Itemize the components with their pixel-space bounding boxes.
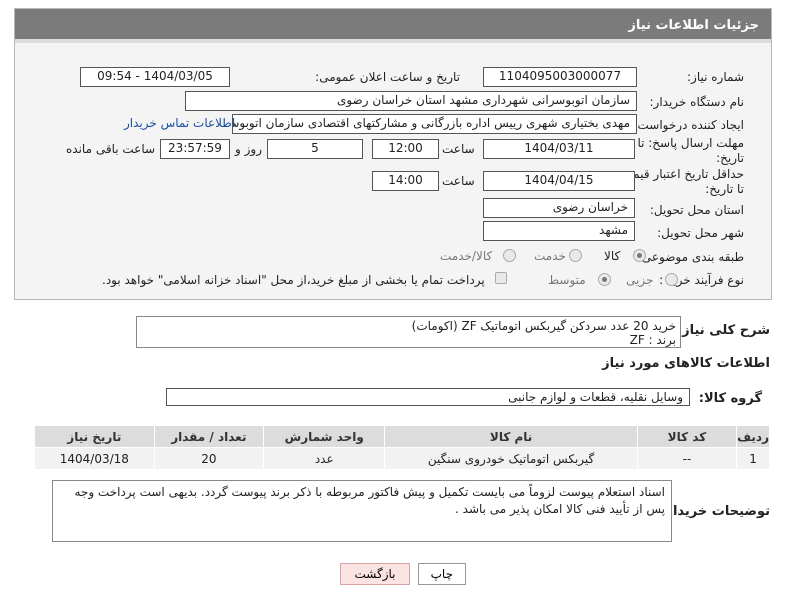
reply-deadline-label-2: تاریخ: xyxy=(716,151,744,165)
category-radio-service[interactable] xyxy=(569,249,582,262)
price-date-field[interactable]: 1404/04/15 xyxy=(483,171,635,191)
panel-header: جزئیات اطلاعات نیاز xyxy=(15,9,771,43)
creator-field[interactable]: مهدی بختیاری شهری رییس اداره بازرگانی و … xyxy=(232,114,637,134)
province-field[interactable]: خراسان رضوی xyxy=(483,198,635,218)
buyer-org-label: نام دستگاه خریدار: xyxy=(649,95,745,109)
description-textarea[interactable]: خرید 20 عدد سردکن گیربکس اتوماتیک ZF (اک… xyxy=(136,316,681,348)
cell-qty: 20 xyxy=(153,447,265,470)
cell-row: 1 xyxy=(736,447,770,470)
goods-table: ردیف کد کالا نام کالا واحد شمارش تعداد /… xyxy=(34,425,770,470)
remaining-label: ساعت باقی مانده xyxy=(66,142,156,156)
reply-date-field[interactable]: 1404/03/11 xyxy=(483,139,635,159)
col-unit: واحد شمارش xyxy=(263,425,386,448)
panel-title: جزئیات اطلاعات نیاز xyxy=(628,18,759,33)
price-validity-label-2: تا تاریخ: xyxy=(705,182,744,196)
col-qty: تعداد / مقدار xyxy=(153,425,265,448)
buyer-notes-label: توضیحات خریدار: xyxy=(660,504,770,519)
category-radio-goods[interactable] xyxy=(633,249,646,262)
days-field[interactable]: 5 xyxy=(267,139,363,159)
announce-datetime-field[interactable]: 1404/03/05 - 09:54 xyxy=(80,67,230,87)
announce-label: تاریخ و ساعت اعلان عمومی: xyxy=(315,70,460,84)
payment-checkbox[interactable] xyxy=(495,272,507,284)
reply-deadline-label-1: مهلت ارسال پاسخ: تا xyxy=(637,136,744,150)
back-button[interactable]: بازگشت xyxy=(340,563,410,585)
days-label: روز و xyxy=(235,142,262,156)
print-button[interactable]: چاپ xyxy=(418,563,466,585)
table-row[interactable]: 1 -- گیربکس اتوماتیک خودروی سنگین عدد 20… xyxy=(34,447,770,470)
col-date: تاریخ نیاز xyxy=(34,425,155,448)
buyer-contact-link[interactable]: اطلاعات تماس خریدار xyxy=(124,116,235,130)
category-option-service: خدمت xyxy=(534,249,566,263)
goods-group-field[interactable]: وسایل نقلیه، قطعات و لوازم جانبی xyxy=(166,388,690,406)
buyer-notes-textarea[interactable]: اسناد استعلام پیوست لزوماً می بایست تکمی… xyxy=(52,480,672,542)
province-label: استان محل تحویل: xyxy=(649,203,744,217)
category-label: طبقه بندی موضوعی: xyxy=(637,250,744,264)
description-label: شرح کلی نیاز: xyxy=(676,323,770,338)
payment-note: پرداخت تمام یا بخشی از مبلغ خرید،از محل … xyxy=(102,273,485,287)
price-time-label: ساعت xyxy=(442,174,475,188)
cell-unit: عدد xyxy=(263,447,386,470)
col-row: ردیف xyxy=(736,425,770,448)
process-option-minor: جزیی xyxy=(626,273,654,287)
col-name: نام کالا xyxy=(384,425,638,448)
reply-time-field[interactable]: 12:00 xyxy=(372,139,439,159)
goods-group-label: گروه کالا: xyxy=(698,391,762,406)
need-number-label: شماره نیاز: xyxy=(687,70,744,84)
price-time-field[interactable]: 14:00 xyxy=(372,171,439,191)
need-number-field[interactable]: 1104095003000077 xyxy=(483,67,637,87)
process-radio-minor[interactable] xyxy=(665,273,678,286)
cell-name: گیربکس اتوماتیک خودروی سنگین xyxy=(384,447,638,470)
process-radio-medium[interactable] xyxy=(598,273,611,286)
cell-date: 1404/03/18 xyxy=(34,447,155,470)
category-option-goods: کالا xyxy=(604,249,621,263)
reply-time-label: ساعت xyxy=(442,142,475,156)
cell-code: -- xyxy=(636,447,738,470)
category-radio-goods-service[interactable] xyxy=(503,249,516,262)
description-line-2: برند : ZF xyxy=(629,333,676,347)
process-option-medium: متوسط xyxy=(548,273,586,287)
buyer-org-field[interactable]: سازمان اتوبوسرانی شهرداری مشهد استان خرا… xyxy=(185,91,637,111)
city-label: شهر محل تحویل: xyxy=(657,226,744,240)
price-validity-label-1: حداقل تاریخ اعتبار قیمت: xyxy=(617,167,744,181)
category-option-goods-service: کالا/خدمت xyxy=(440,249,493,263)
description-line-1: خرید 20 عدد سردکن گیربکس اتوماتیک ZF (اک… xyxy=(411,319,676,333)
goods-section-title: اطلاعات کالاهای مورد نیاز xyxy=(602,356,770,371)
goods-table-header: ردیف کد کالا نام کالا واحد شمارش تعداد /… xyxy=(34,425,770,448)
remaining-time-field[interactable]: 23:57:59 xyxy=(160,139,230,159)
city-field[interactable]: مشهد xyxy=(483,221,635,241)
creator-label: ایجاد کننده درخواست: xyxy=(633,118,744,132)
col-code: کد کالا xyxy=(636,425,738,448)
